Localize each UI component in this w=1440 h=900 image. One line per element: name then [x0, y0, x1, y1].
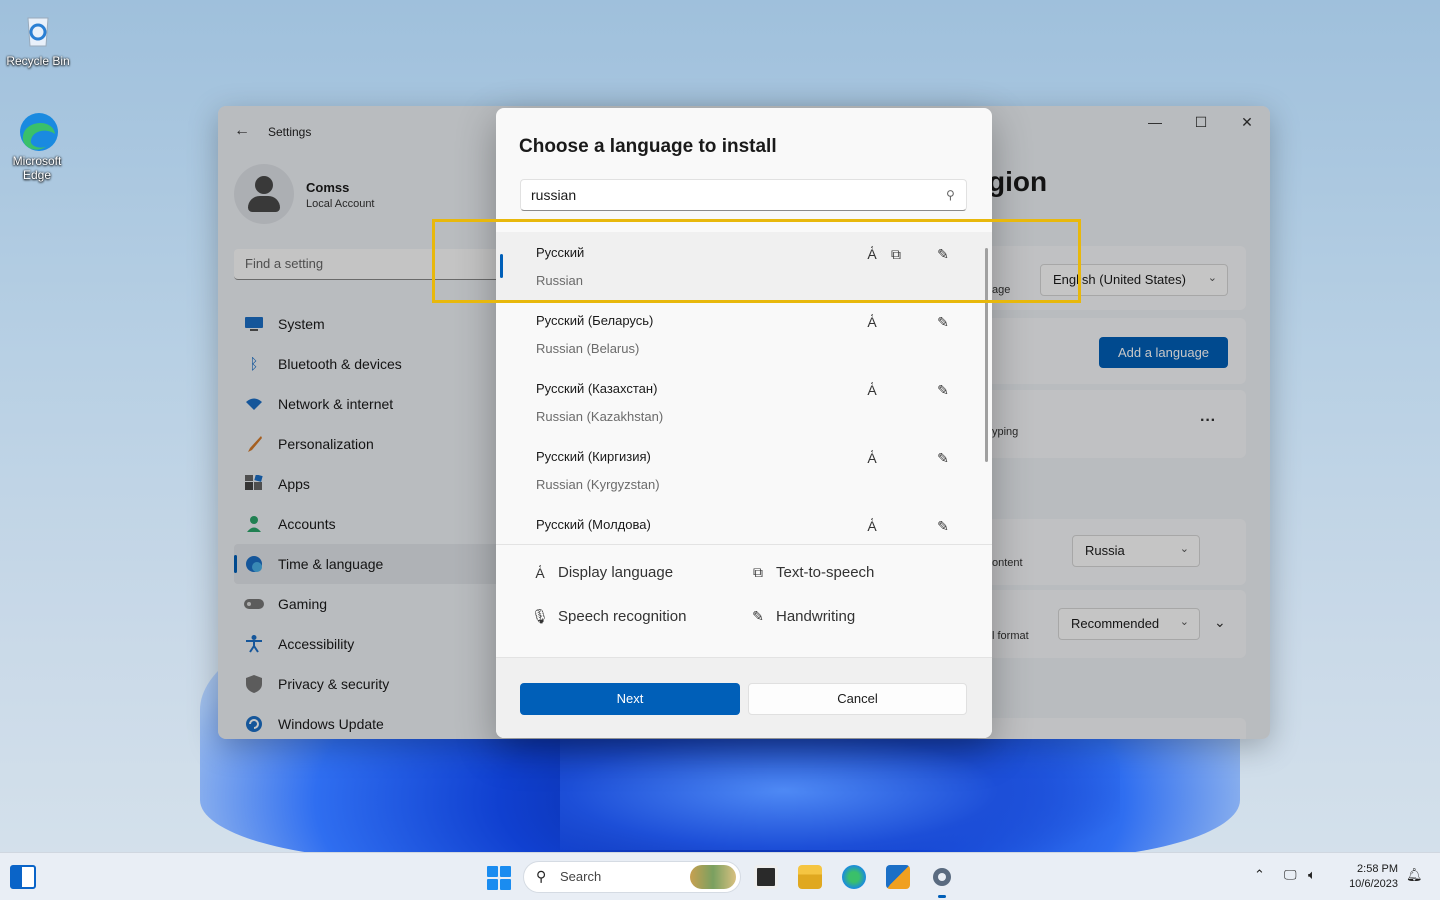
widgets-icon[interactable]: [10, 865, 36, 889]
legend-speech-recognition: 🎙︎ Speech recognition: [530, 608, 686, 625]
legend-text-to-speech: ⧉ Text-to-speech: [748, 564, 874, 581]
language-english-name: Russian: [536, 273, 583, 288]
clock-time: 2:58 PM: [1357, 863, 1398, 875]
file-explorer-icon[interactable]: [798, 865, 822, 889]
taskbar-search[interactable]: ⚲ Search: [523, 861, 741, 893]
choose-language-dialog: Choose a language to install ⚲ Русский R…: [496, 108, 992, 738]
desktop-icon-label: Microsoft Edge: [12, 154, 62, 182]
handwriting-icon: ✎: [937, 518, 949, 534]
cancel-button[interactable]: Cancel: [748, 683, 967, 715]
network-icon[interactable]: 🖵︎: [1284, 867, 1297, 883]
settings-app-icon[interactable]: [930, 865, 954, 898]
start-tile: [500, 866, 511, 877]
language-english-name: Russian (Kazakhstan): [536, 409, 664, 424]
handwriting-icon: ✎: [937, 246, 949, 262]
microphone-icon: 🎙︎: [531, 608, 549, 624]
language-list: Русский Russian A͏᷾ ⧉ ✎ Русский (Беларус…: [496, 232, 992, 544]
legend-handwriting: ✎ Handwriting: [748, 608, 855, 625]
language-row-russian-belarus[interactable]: Русский (Беларусь) Russian (Belarus) A͏᷾…: [496, 300, 992, 368]
store-icon[interactable]: [886, 865, 910, 889]
start-button[interactable]: [487, 866, 511, 890]
gear-icon: [933, 868, 951, 886]
language-row-russian-kyrgyzstan[interactable]: Русский (Киргизия) Russian (Kyrgyzstan) …: [496, 436, 992, 504]
language-native-name: Русский (Казахстан): [536, 381, 658, 396]
edge-icon: [17, 110, 58, 151]
text-to-speech-icon: ⧉: [753, 564, 763, 580]
task-view-icon[interactable]: [754, 865, 778, 889]
display-language-icon: A͏᷾: [867, 314, 877, 330]
language-native-name: Русский (Молдова): [536, 517, 651, 532]
language-native-name: Русский (Беларусь): [536, 313, 654, 328]
clock-date: 10/6/2023: [1349, 878, 1398, 890]
legend-label: Display language: [558, 564, 674, 581]
edge-icon[interactable]: [842, 865, 866, 889]
language-native-name: Русский (Киргизия): [536, 449, 651, 464]
taskbar: ⚲ Search ⌃ 🖵︎ 🔈︎ 2:58 PM 10/6/2023 🔔︎: [0, 852, 1440, 900]
display-language-icon: A͏᷾: [535, 564, 545, 581]
language-row-russian[interactable]: Русский Russian A͏᷾ ⧉ ✎: [496, 232, 992, 300]
start-tile: [487, 879, 498, 890]
legend-label: Speech recognition: [558, 608, 687, 625]
search-icon[interactable]: ⚲: [946, 188, 955, 202]
desktop-icon-edge[interactable]: Microsoft Edge: [1, 110, 73, 182]
search-icon: ⚲: [536, 868, 547, 884]
handwriting-icon: ✎: [937, 450, 949, 466]
language-search-input[interactable]: [520, 179, 967, 211]
legend-display-language: A͏᷾ Display language: [530, 564, 673, 581]
handwriting-icon: ✎: [937, 314, 949, 330]
display-language-icon: A͏᷾: [867, 450, 877, 466]
legend-label: Handwriting: [776, 608, 856, 625]
recycle-bin-icon: [18, 10, 58, 50]
language-english-name: Russian (Belarus): [536, 341, 640, 356]
display-language-icon: A͏᷾: [867, 518, 877, 534]
display-language-icon: A͏᷾: [867, 382, 877, 398]
list-scrollbar[interactable]: [985, 248, 988, 462]
taskbar-search-label: Search: [560, 869, 602, 884]
desktop-icon-recycle-bin[interactable]: Recycle Bin: [2, 10, 74, 68]
start-tile: [487, 866, 498, 877]
language-native-name: Русский: [536, 245, 585, 260]
volume-icon[interactable]: 🔈︎: [1308, 867, 1316, 883]
next-button[interactable]: Next: [520, 683, 740, 715]
legend-label: Text-to-speech: [776, 564, 875, 581]
start-tile: [500, 879, 511, 890]
language-row-russian-kazakhstan[interactable]: Русский (Казахстан) Russian (Kazakhstan)…: [496, 368, 992, 436]
display-language-icon: A͏᷾: [867, 246, 877, 262]
dialog-title: Choose a language to install: [519, 136, 777, 157]
desktop-icon-label: Recycle Bin: [6, 54, 70, 68]
clock[interactable]: 2:58 PM 10/6/2023: [1338, 862, 1398, 892]
handwriting-icon: ✎: [752, 608, 764, 624]
chevron-up-icon[interactable]: ⌃: [1254, 867, 1265, 883]
text-to-speech-icon: ⧉: [891, 246, 901, 262]
language-row-russian-moldova[interactable]: Русский (Молдова) A͏᷾ ✎: [496, 504, 992, 544]
divider: [496, 544, 992, 545]
dialog-footer: Next Cancel: [496, 657, 992, 738]
notification-bell-icon[interactable]: 🔔︎: [1406, 867, 1423, 883]
search-highlight-image: [690, 865, 736, 889]
language-english-name: Russian (Kyrgyzstan): [536, 477, 660, 492]
handwriting-icon: ✎: [937, 382, 949, 398]
